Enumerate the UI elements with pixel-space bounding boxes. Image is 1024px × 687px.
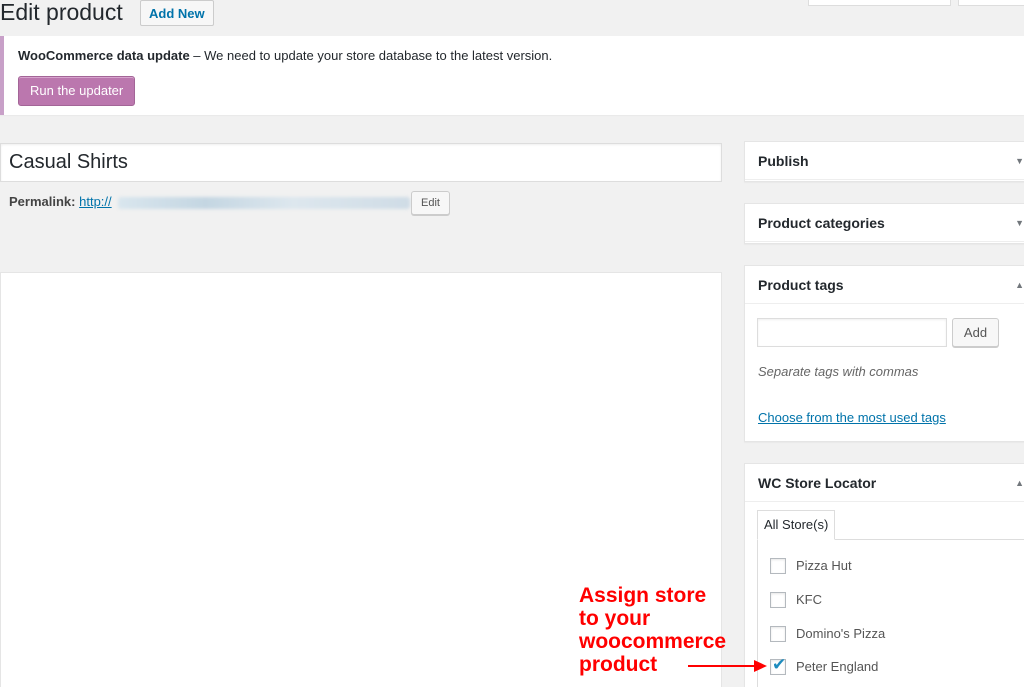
help-tab[interactable]	[958, 0, 1024, 6]
page-title: Edit product	[0, 0, 123, 25]
woocommerce-update-notice: WooCommerce data update – We need to upd…	[0, 36, 1024, 115]
add-new-button[interactable]: Add New	[140, 0, 214, 26]
categories-title: Product categories	[758, 215, 885, 231]
screen-options-tab[interactable]	[808, 0, 951, 6]
notice-text: WooCommerce data update – We need to upd…	[18, 48, 552, 63]
permalink-label: Permalink:	[9, 194, 76, 209]
annotation-arrow-icon	[688, 660, 767, 672]
permalink: Permalink: http://	[9, 194, 112, 209]
store-checkbox[interactable]	[770, 592, 786, 608]
tags-box-header[interactable]: Product tags ▲	[745, 266, 1024, 304]
permalink-url[interactable]: http://	[79, 194, 112, 209]
permalink-blurred-slug	[118, 197, 410, 209]
annotation-line: woocommerce	[579, 630, 727, 653]
publish-title: Publish	[758, 153, 809, 169]
publish-box-header[interactable]: Publish ▼	[745, 142, 1024, 180]
store-locator-box-header[interactable]: WC Store Locator ▲	[745, 464, 1024, 502]
store-locator-title: WC Store Locator	[758, 475, 877, 491]
run-updater-button[interactable]: Run the updater	[18, 76, 136, 106]
store-checkbox-checked[interactable]: ✔	[770, 655, 787, 675]
store-label: Domino's Pizza	[796, 626, 886, 641]
product-title-input[interactable]: Casual Shirts	[0, 143, 722, 182]
permalink-edit-button[interactable]: Edit	[411, 191, 450, 215]
tab-all-stores[interactable]: All Store(s)	[757, 510, 836, 540]
add-tag-button[interactable]: Add	[952, 318, 999, 347]
triangle-down-icon[interactable]: ▼	[1015, 142, 1024, 180]
annotation-line: to your	[579, 607, 651, 630]
product-tags-box: Product tags ▲ Add Separate tags with co…	[744, 265, 1024, 442]
triangle-down-icon[interactable]: ▼	[1015, 204, 1024, 242]
tags-help-text: Separate tags with commas	[758, 364, 919, 379]
checkmark-icon: ✔	[772, 655, 787, 674]
notice-message: – We need to update your store database …	[189, 48, 553, 63]
publish-box: Publish ▼	[744, 141, 1024, 182]
most-used-tags-link[interactable]: Choose from the most used tags	[758, 410, 946, 425]
store-label: Pizza Hut	[796, 558, 852, 573]
categories-box-header[interactable]: Product categories ▼	[745, 204, 1024, 242]
store-checkbox[interactable]	[770, 626, 786, 642]
tags-title: Product tags	[758, 277, 844, 293]
product-categories-box: Product categories ▼	[744, 203, 1024, 244]
store-checkbox[interactable]	[770, 558, 786, 574]
annotation-line: Assign store	[579, 584, 707, 607]
tag-input[interactable]	[757, 318, 947, 347]
triangle-up-icon[interactable]: ▲	[1015, 464, 1024, 502]
wc-store-locator-box: WC Store Locator ▲ All Store(s) Pizza Hu…	[744, 463, 1024, 687]
store-label: KFC	[796, 592, 822, 607]
store-list-panel: Pizza Hut KFC Domino's Pizza ✔ Peter Eng…	[757, 539, 1024, 687]
notice-bold-text: WooCommerce data update	[18, 48, 190, 63]
triangle-up-icon[interactable]: ▲	[1015, 266, 1024, 304]
store-label: Peter England	[796, 659, 879, 674]
